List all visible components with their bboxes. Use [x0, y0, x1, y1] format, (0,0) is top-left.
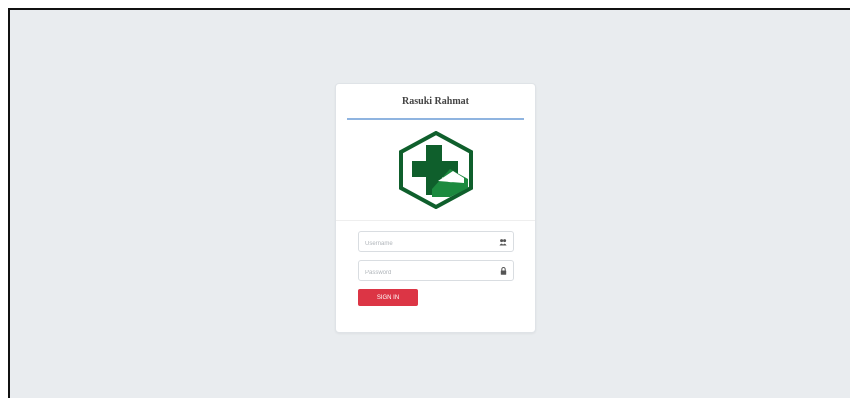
health-cross-logo [398, 131, 473, 209]
username-field[interactable] [358, 231, 514, 254]
lock-icon [498, 266, 508, 276]
sign-in-button[interactable]: SIGN IN [358, 289, 418, 306]
username-input[interactable] [359, 234, 513, 254]
user-icon [498, 237, 508, 247]
password-field[interactable] [358, 260, 514, 283]
card-title: Rasuki Rahmat [347, 84, 524, 120]
page-background: Rasuki Rahmat Username SIGN IN [8, 8, 850, 398]
logo-container [336, 120, 535, 221]
login-card: Rasuki Rahmat Username SIGN IN [335, 83, 536, 333]
login-form: SIGN IN [336, 221, 535, 306]
password-input[interactable] [359, 263, 513, 283]
